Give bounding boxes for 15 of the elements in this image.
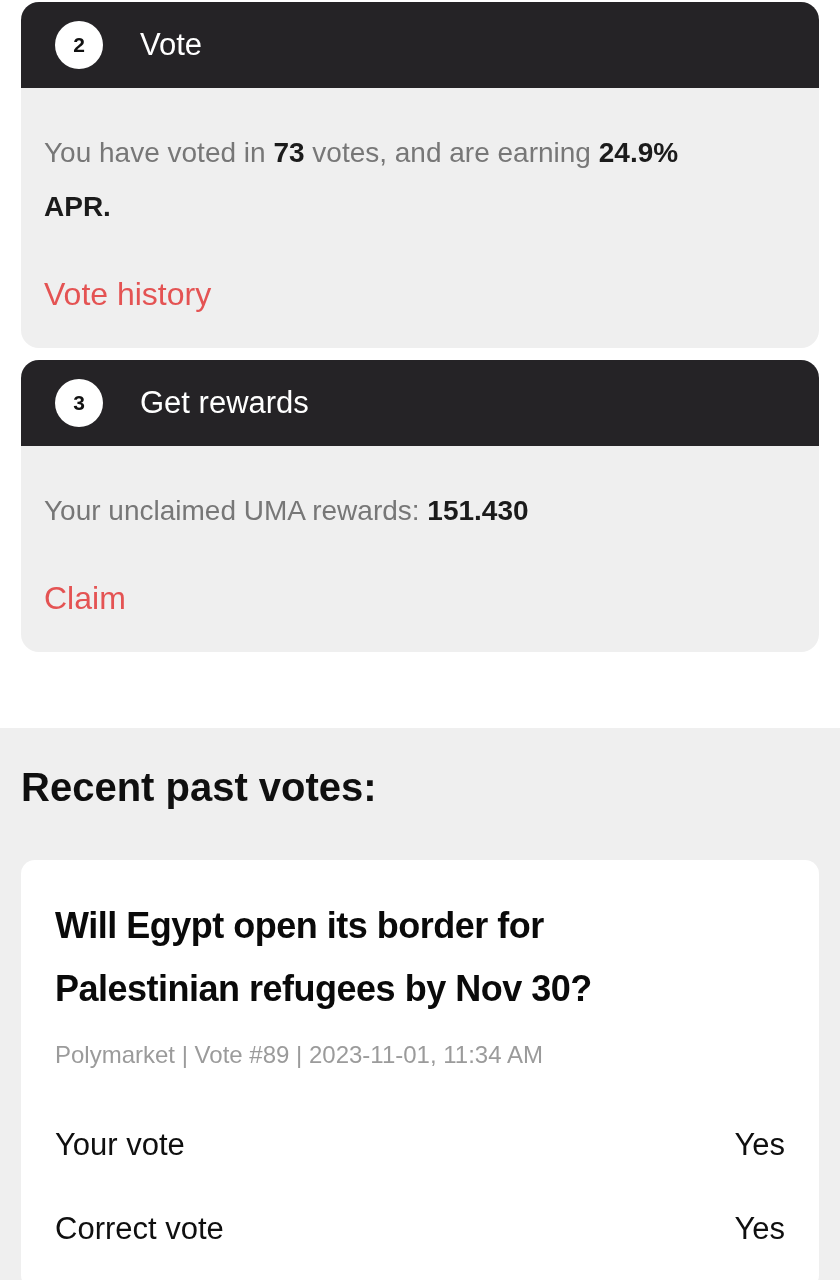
step-number: 3 [55, 379, 103, 427]
row-value: Yes [734, 1210, 785, 1248]
step-description: You have voted in 73 votes, and are earning 24.9% APR. [44, 136, 680, 224]
row-value: Yes [734, 1126, 785, 1164]
step-link[interactable]: Claim [44, 578, 126, 618]
vote-question: Will Egypt open its border for Palestinian refugees by Nov 30? [55, 904, 593, 1011]
step-description: Your unclaimed UMA rewards: 151.430 [44, 494, 529, 528]
step-title: Vote [140, 27, 203, 63]
row-label: Your vote [55, 1126, 185, 1164]
section-heading: Recent past votes: [21, 764, 378, 811]
row-label: Correct vote [55, 1210, 224, 1248]
step-link[interactable]: Vote history [44, 274, 212, 314]
vote-meta: Polymarket | Vote #89 | 2023-11-01, 11:34 AM [55, 1040, 544, 1070]
step-title: Get rewards [140, 385, 309, 421]
step-number: 2 [55, 21, 103, 69]
